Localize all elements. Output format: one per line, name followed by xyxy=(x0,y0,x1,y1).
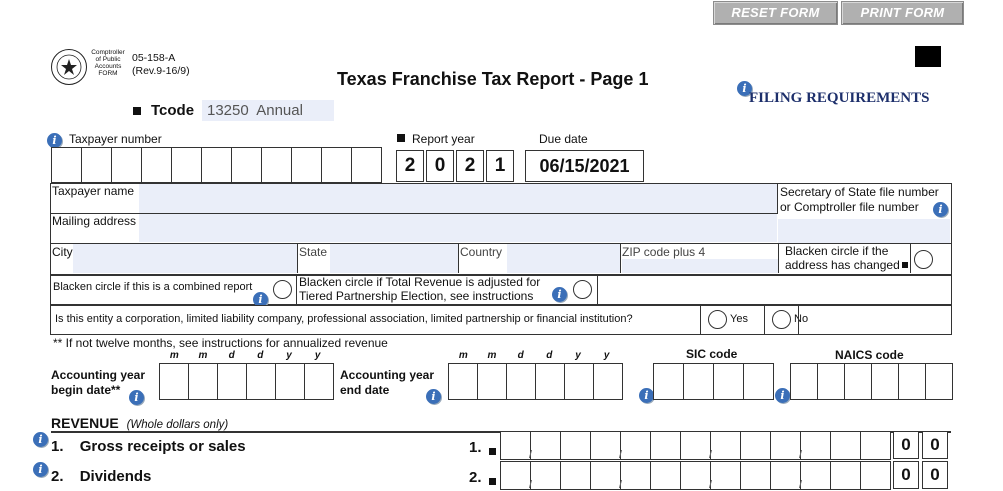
accounting-end-label: Accounting year end date xyxy=(340,368,435,397)
taxpayer-number-cells[interactable] xyxy=(51,147,382,183)
report-year-digit[interactable]: 0 xyxy=(426,150,454,182)
square-marker-icon xyxy=(397,134,405,142)
info-icon[interactable]: i xyxy=(775,388,790,403)
naics-code-label: NAICS code xyxy=(835,348,904,362)
address-changed-radio[interactable] xyxy=(914,250,933,269)
cents-digit[interactable]: 0 xyxy=(922,461,948,489)
state-field[interactable] xyxy=(330,244,458,273)
revenue-line-label: 1. Gross receipts or sales xyxy=(51,438,246,455)
info-icon[interactable]: i xyxy=(47,133,62,148)
report-year-digit[interactable]: 1 xyxy=(486,150,514,182)
tcode-label: Tcode xyxy=(151,102,195,119)
twelve-months-note: ** If not twelve months, see instruction… xyxy=(53,336,388,350)
revenue-heading: REVENUE (Whole dollars only) xyxy=(51,415,229,431)
info-icon[interactable]: i xyxy=(933,202,948,217)
accounting-begin-date-cells[interactable] xyxy=(159,363,334,400)
square-marker-icon xyxy=(489,478,496,485)
state-label: State xyxy=(299,245,328,259)
country-label: Country xyxy=(460,245,503,259)
form-number: 05-158-A xyxy=(132,52,176,64)
combined-report-label: Blacken circle if this is a combined rep… xyxy=(53,281,253,293)
sic-code-label: SIC code xyxy=(686,347,738,361)
cents-digit[interactable]: 0 xyxy=(893,461,919,489)
city-label: City xyxy=(52,245,73,259)
form-revision: (Rev.9-16/9) xyxy=(132,65,190,77)
info-icon[interactable]: i xyxy=(552,287,567,302)
info-icon[interactable]: i xyxy=(33,432,48,447)
info-icon[interactable]: i xyxy=(426,389,441,404)
filing-requirements-link[interactable]: FILING REQUIREMENTS xyxy=(749,90,929,107)
black-square-icon xyxy=(915,46,941,67)
revenue-line-ref: 2. xyxy=(469,469,482,486)
mailing-address-label: Mailing address xyxy=(52,214,137,228)
info-icon[interactable]: i xyxy=(639,388,654,403)
report-year-digit[interactable]: 2 xyxy=(456,150,484,182)
agency-name: Comptroller of Public Accounts FORM xyxy=(91,49,125,77)
mailing-address-field[interactable] xyxy=(139,214,777,242)
due-date-field[interactable]: 06/15/2021 xyxy=(525,150,644,182)
tiered-partnership-radio[interactable] xyxy=(573,280,592,299)
entity-yes-radio[interactable] xyxy=(708,310,727,329)
revenue-line-label: 2. Dividends xyxy=(51,468,152,485)
info-icon[interactable]: i xyxy=(33,462,48,477)
taxpayer-name-label: Taxpayer name xyxy=(52,184,135,198)
report-year-digit[interactable]: 2 xyxy=(396,150,424,182)
dividends-amount-cells[interactable] xyxy=(500,461,891,490)
sos-file-number-label: Secretary of State file number or Comptro… xyxy=(780,185,939,214)
tiered-partnership-label: Blacken circle if Total Revenue is adjus… xyxy=(299,275,541,303)
texas-seal-icon xyxy=(51,49,87,85)
entity-yes-label: Yes xyxy=(730,313,748,325)
square-marker-icon xyxy=(133,107,141,115)
entity-no-label: No xyxy=(794,313,809,325)
combined-report-radio[interactable] xyxy=(273,280,292,299)
sic-code-cells[interactable] xyxy=(653,363,774,400)
country-field[interactable] xyxy=(507,244,620,273)
taxpayer-number-label: Taxpayer number xyxy=(69,132,162,146)
gross-receipts-amount-cells[interactable] xyxy=(500,431,891,460)
sos-file-number-field[interactable] xyxy=(778,219,950,243)
accounting-end-date-cells[interactable] xyxy=(448,363,623,400)
cents-digit[interactable]: 0 xyxy=(922,431,948,459)
square-marker-icon xyxy=(902,262,908,268)
taxpayer-name-field[interactable] xyxy=(139,184,777,214)
info-icon[interactable]: i xyxy=(129,390,144,405)
entity-question-label: Is this entity a corporation, limited li… xyxy=(55,313,633,325)
date-format-hint: mmddyy xyxy=(458,350,610,361)
zip-label: ZIP code plus 4 xyxy=(622,245,706,259)
revenue-line-ref: 1. xyxy=(469,439,482,456)
naics-code-cells[interactable] xyxy=(790,363,953,400)
cents-digit[interactable]: 0 xyxy=(893,431,919,459)
report-year-label: Report year xyxy=(412,132,475,146)
reset-form-button[interactable]: RESET FORM xyxy=(713,1,838,25)
due-date-label: Due date xyxy=(539,132,588,146)
print-form-button[interactable]: PRINT FORM xyxy=(841,1,964,25)
city-field[interactable] xyxy=(73,244,297,273)
date-format-hint: mmddyy xyxy=(169,350,321,361)
address-changed-label: Blacken circle if the address has changed xyxy=(785,244,900,272)
page-title: Texas Franchise Tax Report - Page 1 xyxy=(337,69,649,89)
square-marker-icon xyxy=(489,448,496,455)
entity-no-radio[interactable] xyxy=(772,310,791,329)
tcode-value: 13250 Annual xyxy=(207,102,303,119)
zip-field[interactable] xyxy=(622,259,778,273)
